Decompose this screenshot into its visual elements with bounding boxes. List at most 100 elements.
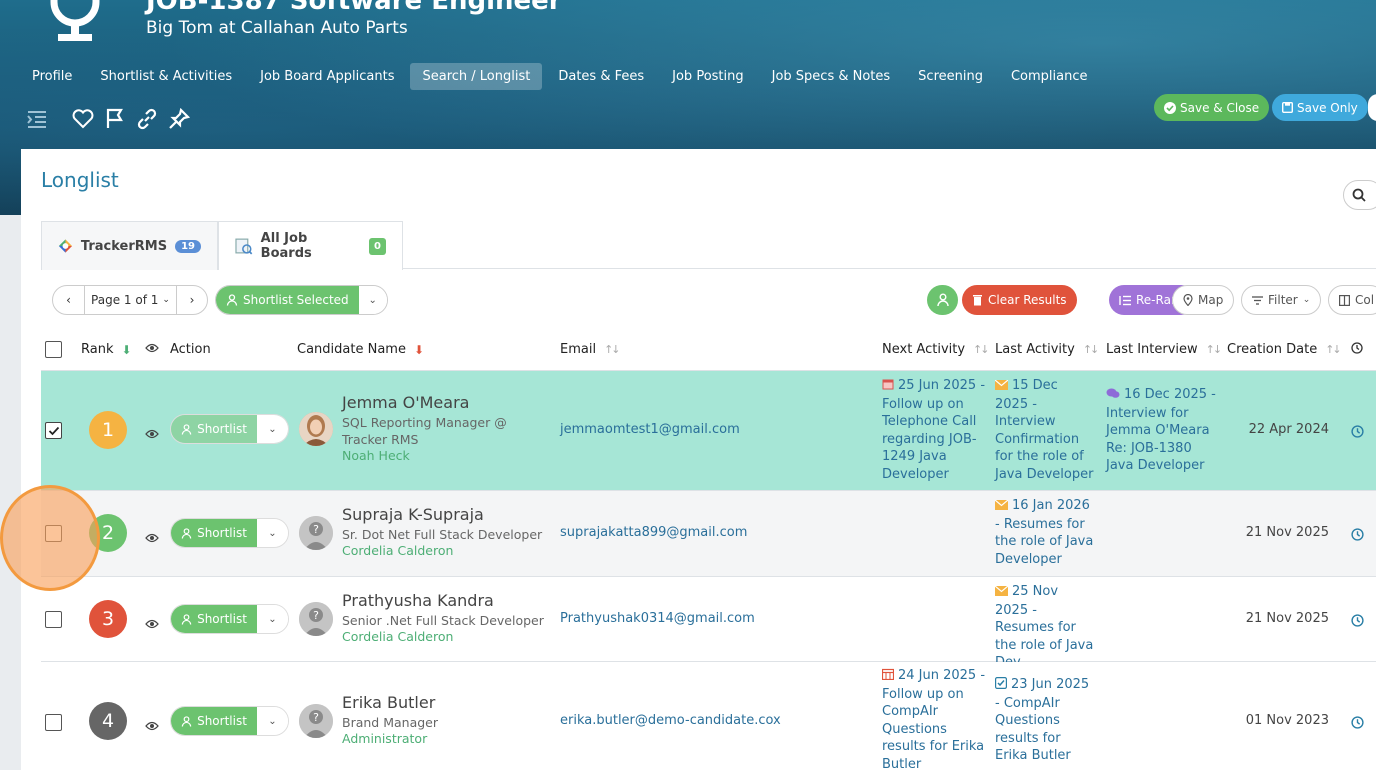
- table-row[interactable]: 3 Shortlist ⌄ ? Prathyusha Kandra Senior…: [41, 577, 1376, 670]
- shortlist-button[interactable]: Shortlist: [171, 605, 257, 633]
- email-link[interactable]: erika.butler@demo-candidate.cox: [560, 713, 781, 728]
- row-checkbox[interactable]: [45, 611, 62, 628]
- tab-compliance[interactable]: Compliance: [999, 63, 1100, 90]
- tab-all-job-boards[interactable]: All Job Boards 0: [218, 221, 403, 270]
- link-icon[interactable]: [134, 106, 160, 132]
- row-checkbox[interactable]: [45, 714, 62, 731]
- clear-results-button[interactable]: Clear Results: [962, 285, 1077, 315]
- shortlist-selected-dropdown[interactable]: ⌄: [358, 286, 387, 314]
- row-checkbox[interactable]: [45, 422, 62, 439]
- flag-icon[interactable]: [102, 106, 128, 132]
- history-clock-icon[interactable]: [1351, 714, 1364, 733]
- candidate-name[interactable]: Supraja K-Supraja: [342, 505, 557, 524]
- candidate-name[interactable]: Erika Butler: [342, 693, 557, 712]
- shortlist-dropdown[interactable]: ⌄: [257, 519, 288, 547]
- more-header-button[interactable]: [1368, 94, 1376, 121]
- tab-all-job-boards-label: All Job Boards: [260, 231, 312, 261]
- last-activity-cell[interactable]: 16 Jan 2026 - Resumes for the role of Ja…: [994, 497, 1095, 568]
- candidate-owner[interactable]: Administrator: [342, 731, 557, 746]
- tab-job-specs-notes[interactable]: Job Specs & Notes: [760, 63, 903, 90]
- history-clock-icon[interactable]: [1351, 612, 1364, 631]
- collapse-menu-icon[interactable]: [24, 106, 50, 132]
- last-activity-cell[interactable]: 15 Dec 2025 - Interview Confirmation for…: [994, 377, 1095, 483]
- map-button[interactable]: Map: [1172, 285, 1235, 315]
- select-all-cell: [45, 328, 62, 371]
- candidate-name-header[interactable]: Candidate Name ⬇: [297, 328, 424, 371]
- candidate-owner[interactable]: Noah Heck: [342, 448, 542, 463]
- eye-icon[interactable]: [145, 424, 159, 443]
- trash-icon: [973, 295, 982, 306]
- tab-job-board-applicants[interactable]: Job Board Applicants: [248, 63, 406, 90]
- rank-header[interactable]: Rank ⬇: [81, 328, 132, 371]
- shortlist-button[interactable]: Shortlist: [171, 415, 257, 443]
- checkbox-task-icon: [995, 677, 1008, 695]
- last-interview-cell[interactable]: 16 Dec 2025 - Interview for Jemma O'Mear…: [1106, 386, 1218, 475]
- email-header[interactable]: Email ↑↓: [560, 328, 621, 371]
- columns-button[interactable]: Col: [1328, 285, 1376, 315]
- tab-search-longlist[interactable]: Search / Longlist: [410, 63, 543, 90]
- tab-profile[interactable]: Profile: [20, 63, 84, 90]
- rank-cell: 2: [89, 514, 127, 552]
- eye-icon[interactable]: [145, 614, 159, 633]
- trophy-icon: [50, 0, 100, 41]
- tab-dates-fees[interactable]: Dates & Fees: [546, 63, 656, 90]
- shortlist-button[interactable]: Shortlist: [171, 707, 257, 735]
- table-row[interactable]: 1 Shortlist ⌄ Jemma O'Meara SQL Reportin…: [41, 371, 1376, 491]
- search-icon: [1352, 188, 1366, 202]
- history-clock-icon[interactable]: [1351, 423, 1364, 442]
- shortlist-person-button[interactable]: [927, 285, 958, 315]
- creation-date-header[interactable]: Creation Date ↑↓: [1227, 328, 1342, 371]
- rank-badge: 1: [89, 411, 127, 449]
- save-close-button[interactable]: Save & Close: [1154, 94, 1270, 121]
- candidate-owner[interactable]: Cordelia Calderon: [342, 629, 557, 644]
- search-button[interactable]: [1343, 180, 1376, 210]
- shortlist-split-button: Shortlist ⌄: [170, 518, 289, 548]
- last-activity-header[interactable]: Last Activity ↑↓: [995, 328, 1099, 371]
- eye-icon[interactable]: [145, 528, 159, 547]
- next-activity-header[interactable]: Next Activity ↑↓: [882, 328, 990, 371]
- table-row[interactable]: 4 Shortlist ⌄ ? Erika Butler Brand Manag…: [41, 662, 1376, 770]
- last-activity-cell[interactable]: 25 Nov 2025 - Resumes for the role of Ja…: [994, 583, 1095, 672]
- tab-screening[interactable]: Screening: [906, 63, 995, 90]
- shortlist-dropdown[interactable]: ⌄: [257, 415, 288, 443]
- history-clock-icon[interactable]: [1351, 526, 1364, 545]
- shortlist-button[interactable]: Shortlist: [171, 519, 257, 547]
- shortlist-dropdown[interactable]: ⌄: [257, 707, 288, 735]
- filter-label: Filter: [1268, 293, 1298, 307]
- next-activity-cell[interactable]: 24 Jun 2025 - Follow up on CompAIr Quest…: [881, 667, 990, 770]
- email-link[interactable]: jemmaomtest1@gmail.com: [560, 422, 740, 437]
- last-activity-cell[interactable]: 23 Jun 2025 - CompAIr Questions results …: [995, 676, 1095, 765]
- candidate-owner[interactable]: Cordelia Calderon: [342, 543, 557, 558]
- page-select[interactable]: Page 1 of 1 ⌄: [85, 286, 177, 314]
- rank-badge: 3: [89, 600, 127, 638]
- rank-cell: 4: [89, 702, 127, 740]
- email-link[interactable]: Prathyushak0314@gmail.com: [560, 611, 755, 626]
- tab-shortlist-activities[interactable]: Shortlist & Activities: [88, 63, 244, 90]
- sort-asc-icon: ⬇: [121, 342, 132, 357]
- prev-page-button[interactable]: ‹: [53, 286, 85, 314]
- email-header-label: Email: [560, 342, 597, 357]
- save-only-button[interactable]: Save Only: [1272, 94, 1368, 121]
- next-page-button[interactable]: ›: [177, 286, 207, 314]
- email-link[interactable]: suprajakatta899@gmail.com: [560, 525, 747, 540]
- heart-icon[interactable]: [70, 106, 96, 132]
- next-activity-cell[interactable]: 25 Jun 2025 - Follow up on Telephone Cal…: [882, 377, 990, 483]
- sort-icon: ↑↓: [1205, 343, 1223, 356]
- person-add-icon: [936, 293, 949, 307]
- row-checkbox[interactable]: [45, 525, 62, 542]
- longlist-table: Rank ⬇ Action Candidate Name ⬇ Email ↑↓ Nex…: [41, 328, 1376, 770]
- envelope-icon: [994, 498, 1009, 516]
- pin-icon[interactable]: [166, 106, 192, 132]
- filter-button[interactable]: Filter ⌄: [1241, 285, 1322, 315]
- last-interview-header[interactable]: Last Interview ↑↓: [1106, 328, 1223, 371]
- tab-job-posting[interactable]: Job Posting: [660, 63, 755, 90]
- table-row[interactable]: 2 Shortlist ⌄ ? Supraja K-Supraja Sr. Do…: [41, 491, 1376, 577]
- creation-date-header-label: Creation Date: [1227, 342, 1318, 357]
- shortlist-selected-button[interactable]: Shortlist Selected: [216, 286, 359, 314]
- candidate-name[interactable]: Prathyusha Kandra: [342, 591, 557, 610]
- tab-trackerrms[interactable]: TrackerRMS 19: [41, 221, 218, 270]
- shortlist-dropdown[interactable]: ⌄: [257, 605, 288, 633]
- select-all-checkbox[interactable]: [45, 341, 62, 358]
- eye-icon[interactable]: [145, 716, 159, 735]
- candidate-name[interactable]: Jemma O'Meara: [342, 393, 542, 412]
